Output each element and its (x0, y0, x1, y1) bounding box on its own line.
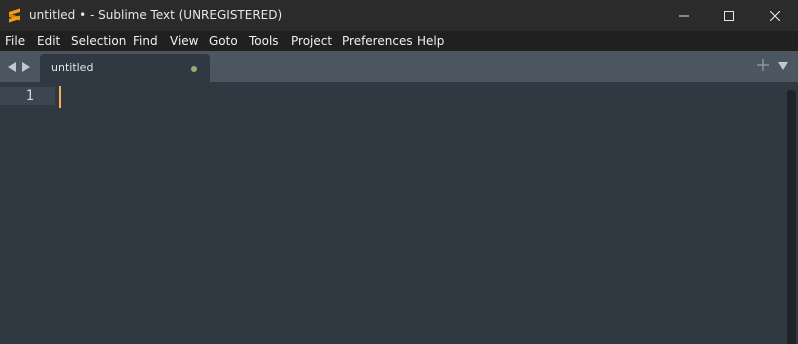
tab-strip: untitled (0, 51, 798, 82)
minimize-button[interactable] (661, 0, 707, 31)
text-caret (59, 86, 61, 108)
tab-label: untitled (51, 61, 94, 74)
menu-preferences[interactable]: Preferences (342, 33, 413, 49)
window-title: untitled • - Sublime Text (UNREGISTERED) (29, 8, 283, 22)
triangle-right-icon[interactable] (21, 62, 31, 72)
menu-help[interactable]: Help (417, 33, 444, 49)
title-bar[interactable]: untitled • - Sublime Text (UNREGISTERED) (0, 0, 798, 31)
menu-selection[interactable]: Selection (71, 33, 126, 49)
menu-file[interactable]: File (5, 33, 25, 49)
vertical-scrollbar[interactable] (787, 90, 796, 344)
sublime-window: untitled • - Sublime Text (UNREGISTERED)… (0, 0, 798, 344)
plus-icon[interactable] (757, 59, 769, 71)
menu-view[interactable]: View (170, 33, 198, 49)
menu-edit[interactable]: Edit (37, 33, 60, 49)
gutter-current-line: 1 (0, 87, 55, 105)
tab-untitled[interactable]: untitled (40, 54, 210, 82)
menu-goto[interactable]: Goto (209, 33, 238, 49)
minimize-icon (679, 15, 689, 16)
close-icon (770, 10, 780, 21)
close-button[interactable] (752, 0, 798, 31)
editor-area[interactable]: 1 (0, 82, 798, 344)
menu-tools[interactable]: Tools (249, 33, 279, 49)
menu-find[interactable]: Find (133, 33, 158, 49)
menu-project[interactable]: Project (291, 33, 332, 49)
triangle-down-icon[interactable] (778, 62, 788, 70)
line-number: 1 (25, 88, 34, 104)
maximize-icon (724, 10, 734, 21)
triangle-left-icon[interactable] (7, 62, 17, 72)
menu-bar: File Edit Selection Find View Goto Tools… (0, 31, 798, 51)
maximize-button[interactable] (706, 0, 752, 31)
unsaved-dot-icon[interactable] (191, 66, 197, 72)
sublime-logo-icon (9, 8, 20, 23)
